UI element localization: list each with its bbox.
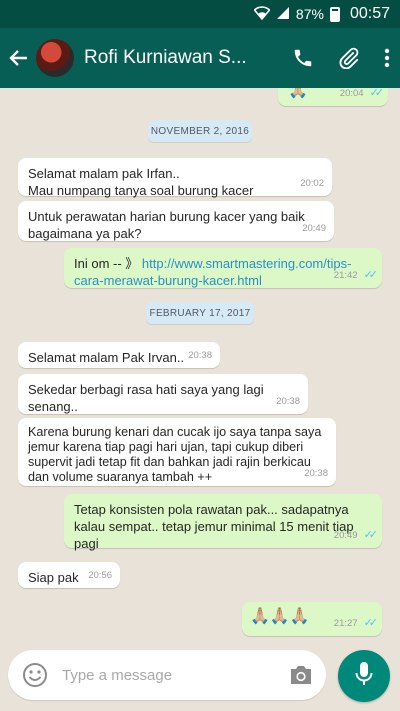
message-incoming[interactable]: Untuk perawatan harian burung kacer yang… (18, 201, 334, 241)
message-text: 🙏🏼 (288, 88, 308, 99)
read-receipt-icon: ✓✓ (363, 269, 379, 281)
avatar[interactable] (36, 39, 74, 77)
microphone-icon (354, 661, 374, 692)
message-text: 🙏🏼🙏🏼🙏🏼 (250, 608, 310, 625)
message-time: 20:49 (333, 530, 358, 541)
message-incoming[interactable]: Selamat malam Pak Irvan.. 20:38 (18, 342, 220, 368)
message-incoming[interactable]: Selamat malam pak Irfan.. Mau numpang ta… (18, 158, 332, 215)
more-options-icon[interactable] (384, 48, 390, 68)
message-outgoing[interactable]: 🙏🏼🙏🏼🙏🏼 21:27 ✓✓ (242, 602, 382, 636)
read-receipt-icon: ✓✓ (369, 88, 385, 99)
mic-button[interactable] (338, 650, 390, 702)
message-text: Ini om -- 》 (74, 256, 139, 271)
composer-bar (0, 641, 400, 711)
message-time: 20:02 (300, 178, 324, 189)
composer-box (8, 650, 326, 700)
signal-icon (276, 6, 290, 23)
message-time: 21:42 (333, 270, 358, 281)
read-receipt-icon: ✓✓ (363, 617, 379, 629)
battery-percent: 87% (295, 6, 324, 22)
date-divider: FEBRUARY 17, 2017 (146, 302, 254, 324)
chat-messages[interactable]: 🙏🏼 20:04 ✓✓ NOVEMBER 2, 2016 Selamat mala… (0, 88, 400, 641)
chat-header: Rofi Kurniawan S... (0, 28, 400, 88)
message-incoming[interactable]: Sekedar berbagi rasa hati saya yang lagi… (18, 374, 308, 414)
back-arrow-icon[interactable] (2, 28, 36, 88)
message-time: 20:04 (339, 88, 364, 99)
message-outgoing[interactable]: Tetap konsisten pola rawatan pak... sada… (64, 494, 382, 551)
read-receipt-icon: ✓✓ (363, 529, 379, 541)
message-time: 21:27 (333, 618, 358, 629)
message-text: Sekedar berbagi rasa hati saya yang lagi… (28, 382, 264, 414)
wifi-icon (253, 5, 271, 23)
message-input[interactable] (62, 662, 272, 688)
message-time: 20:38 (304, 468, 328, 479)
contact-name[interactable]: Rofi Kurniawan S... (84, 47, 254, 69)
clock: 00:57 (349, 5, 390, 22)
message-time: 20:38 (276, 396, 300, 407)
camera-icon[interactable] (288, 663, 314, 692)
phone-icon[interactable] (292, 47, 314, 69)
attach-icon[interactable] (338, 47, 360, 69)
message-time: 20:49 (302, 223, 326, 234)
emoji-icon[interactable] (22, 662, 48, 693)
battery-icon (329, 6, 340, 22)
message-time: 20:56 (88, 570, 112, 581)
message-outgoing[interactable]: 🙏🏼 20:04 ✓✓ (278, 88, 388, 106)
status-bar: 87% 00:57 (0, 0, 400, 28)
message-time: 20:38 (188, 350, 212, 361)
message-incoming[interactable]: Karena burung kenari dan cucak ijo saya … (18, 418, 336, 486)
message-text: Selamat malam Pak Irvan.. (28, 350, 185, 365)
message-incoming[interactable]: Siap pak 20:56 (18, 562, 120, 588)
message-text: Karena burung kenari dan cucak ijo saya … (28, 425, 322, 484)
message-text: Tetap konsisten pola rawatan pak... sada… (74, 502, 354, 551)
message-outgoing[interactable]: Ini om -- 》 http://www.smartmastering.co… (64, 248, 382, 288)
message-text: Untuk perawatan harian burung kacer yang… (28, 209, 305, 241)
date-divider: NOVEMBER 2, 2016 (148, 120, 252, 142)
